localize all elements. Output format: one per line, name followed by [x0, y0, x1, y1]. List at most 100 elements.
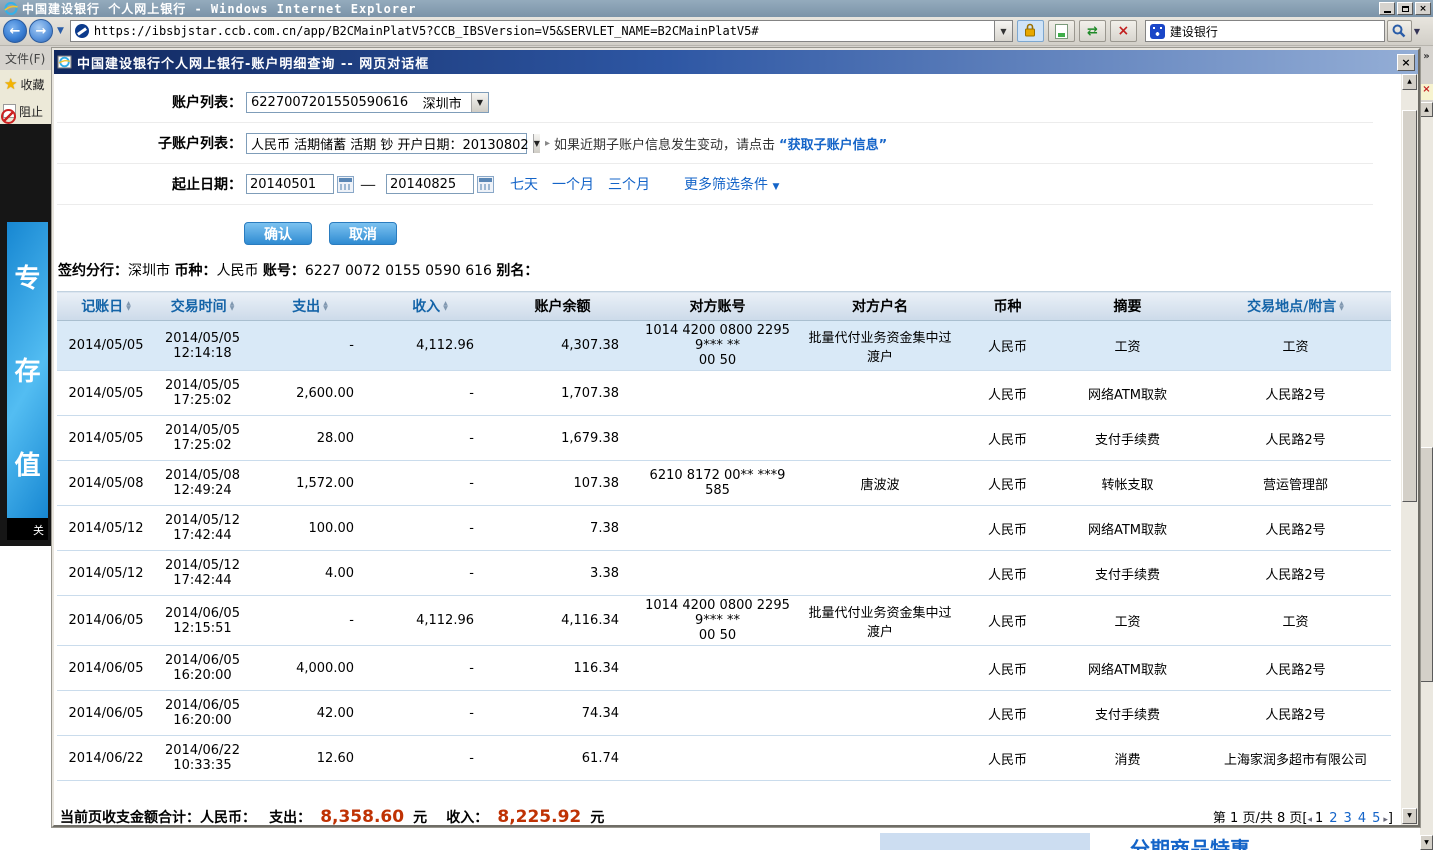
quick-range-link[interactable]: 一个月	[552, 174, 594, 194]
sort-icon[interactable]: ▲▼	[1339, 301, 1344, 311]
scroll-down-icon[interactable]: ▼	[1420, 835, 1433, 850]
browser-scrollbar[interactable]: ▲ ▼	[1420, 102, 1433, 850]
refresh-subaccount-link[interactable]: “获取子账户信息”	[779, 134, 887, 153]
browser-titlebar: 中国建设银行 个人网上银行 - Windows Internet Explore…	[0, 0, 1433, 17]
sort-icon[interactable]: ▲▼	[443, 301, 448, 311]
forward-button[interactable]: →	[29, 19, 53, 43]
cell-date: 2014/05/08	[57, 461, 155, 506]
sort-icon[interactable]: ▲▼	[323, 301, 328, 311]
table-row[interactable]: 2014/05/052014/05/0517:25:0228.00-1,679.…	[57, 416, 1391, 461]
cell-in: -	[370, 691, 490, 736]
subaccount-label: 子账户列表：	[57, 133, 242, 153]
column-header-label: 记账日	[81, 299, 123, 315]
date-from-input[interactable]: 20140501	[246, 174, 334, 194]
cell-balance: 3.38	[490, 551, 635, 596]
minimize-button[interactable]	[1379, 2, 1395, 15]
more-filters-label: 更多筛选条件	[684, 177, 768, 193]
search-query-text[interactable]: 建设银行	[1170, 23, 1218, 40]
table-row[interactable]: 2014/06/052014/06/0516:20:0042.00-74.34人…	[57, 691, 1391, 736]
cell-summary: 网络ATM取款	[1055, 506, 1200, 551]
cell-balance: 1,707.38	[490, 371, 635, 416]
sort-icon[interactable]: ▲▼	[230, 301, 235, 311]
page-link[interactable]: 4	[1358, 811, 1366, 825]
quick-range-link[interactable]: 三个月	[608, 174, 650, 194]
column-header[interactable]: 交易时间▲▼	[155, 292, 250, 321]
prev-page-icon[interactable]: ◂	[1307, 815, 1312, 825]
history-dropdown-icon[interactable]: ▼	[57, 26, 64, 36]
dialog-close-button[interactable]: ×	[1397, 54, 1415, 71]
cell-place: 工资	[1200, 321, 1391, 371]
address-dropdown-button[interactable]: ▼	[995, 20, 1013, 42]
search-options-dropdown-icon[interactable]: ▼	[1414, 27, 1420, 36]
chevron-down-icon[interactable]: ▼	[471, 93, 488, 112]
cancel-button[interactable]: 取消	[329, 222, 397, 245]
sort-icon[interactable]: ▲▼	[126, 301, 131, 311]
page-link[interactable]: 2	[1329, 811, 1337, 825]
table-row[interactable]: 2014/06/222014/06/2210:33:3512.60-61.74人…	[57, 736, 1391, 781]
magnifier-icon	[1392, 24, 1406, 38]
close-window-button[interactable]: ×	[1415, 2, 1431, 15]
page-link[interactable]: 5	[1372, 811, 1380, 825]
scroll-up-icon[interactable]: ▲	[1420, 102, 1433, 117]
ad-banner[interactable]: 专存值	[7, 222, 48, 518]
cell-summary: 工资	[1055, 596, 1200, 646]
favorites-bar[interactable]: ★ 收藏	[0, 70, 52, 98]
calendar-icon[interactable]	[477, 176, 494, 193]
cell-out: 1,572.00	[250, 461, 370, 506]
scroll-down-icon[interactable]: ▼	[1402, 808, 1417, 824]
menu-bar[interactable]: 文件(F)	[0, 46, 52, 70]
subaccount-select[interactable]: 人民币 活期储蓄 活期 钞 开户日期：20130802 ▼	[246, 133, 527, 154]
dialog-scrollbar[interactable]: ▲ ▼	[1401, 74, 1418, 825]
table-row[interactable]: 2014/06/052014/06/0512:15:51-4,112.964,1…	[57, 596, 1391, 646]
date-to-input[interactable]: 20140825	[386, 174, 474, 194]
url-text[interactable]: https://ibsbjstar.ccb.com.cn/app/B2CMain…	[94, 24, 759, 38]
ssl-lock-button[interactable]	[1017, 20, 1044, 42]
column-header[interactable]: 支出▲▼	[250, 292, 370, 321]
cell-peer-account	[635, 691, 800, 736]
quick-range-link[interactable]: 七天	[510, 174, 538, 194]
cell-peer-name	[800, 736, 960, 781]
cell-in: -	[370, 736, 490, 781]
infobar-close-button[interactable]: ×	[1420, 84, 1433, 100]
scroll-up-icon[interactable]: ▲	[1402, 74, 1417, 90]
column-header[interactable]: 收入▲▼	[370, 292, 490, 321]
search-go-button[interactable]	[1387, 20, 1412, 42]
confirm-button[interactable]: 确认	[244, 222, 312, 245]
table-row[interactable]: 2014/05/122014/05/1217:42:44100.00-7.38人…	[57, 506, 1391, 551]
currency-value: 人民币	[216, 263, 258, 279]
restore-button[interactable]	[1397, 2, 1413, 15]
column-header[interactable]: 交易地点/附言▲▼	[1200, 292, 1391, 321]
page-link[interactable]: 3	[1344, 811, 1352, 825]
cell-currency: 人民币	[960, 551, 1055, 596]
table-row[interactable]: 2014/05/082014/05/0812:49:241,572.00-107…	[57, 461, 1391, 506]
page-button[interactable]	[1048, 20, 1075, 42]
table-row[interactable]: 2014/05/052014/05/0517:25:022,600.00-1,7…	[57, 371, 1391, 416]
account-select[interactable]: 6227007201550590616 深圳市 ▼	[246, 92, 489, 113]
scrollbar-thumb[interactable]	[1420, 447, 1433, 682]
favorites-label: 收藏	[20, 76, 44, 93]
cell-out: 4,000.00	[250, 646, 370, 691]
calendar-icon[interactable]	[337, 176, 354, 193]
cell-summary: 网络ATM取款	[1055, 371, 1200, 416]
chevron-down-icon[interactable]: ▼	[533, 134, 540, 153]
address-bar[interactable]: https://ibsbjstar.ccb.com.cn/app/B2CMain…	[70, 20, 995, 42]
back-button[interactable]: ←	[3, 19, 27, 43]
cell-place: 人民路2号	[1200, 691, 1391, 736]
toolbar-overflow-icon[interactable]: »	[1420, 46, 1433, 68]
cell-in: 4,112.96	[370, 321, 490, 371]
table-row[interactable]: 2014/06/052014/06/0516:20:004,000.00-116…	[57, 646, 1391, 691]
dialog-scrollbar-thumb[interactable]	[1402, 110, 1417, 502]
more-filters-link[interactable]: 更多筛选条件 ▼	[684, 174, 779, 194]
underlying-page-strip: 分期商品特惠	[52, 827, 1420, 850]
column-header: 对方账号	[635, 292, 800, 321]
search-box[interactable]: 建设银行	[1145, 20, 1385, 42]
subaccount-row: 子账户列表： 人民币 活期储蓄 活期 钞 开户日期：20130802 ▼ ▸ 如…	[57, 123, 1373, 164]
cell-in: -	[370, 461, 490, 506]
ad-close-button[interactable]: 关	[7, 518, 48, 540]
table-row[interactable]: 2014/05/052014/05/0512:14:18-4,112.964,3…	[57, 321, 1391, 371]
popup-blocked-bar[interactable]: 阻止	[0, 98, 52, 124]
refresh-button[interactable]: ⇄	[1079, 20, 1106, 42]
column-header[interactable]: 记账日▲▼	[57, 292, 155, 321]
stop-button[interactable]: ×	[1110, 20, 1137, 42]
table-row[interactable]: 2014/05/122014/05/1217:42:444.00-3.38人民币…	[57, 551, 1391, 596]
